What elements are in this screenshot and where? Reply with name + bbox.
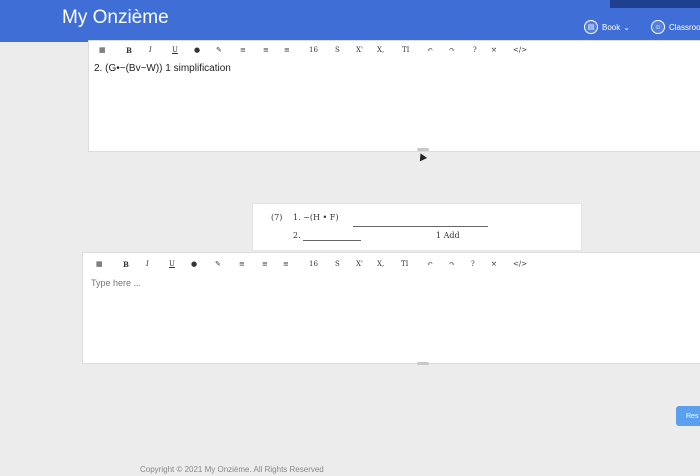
underline-button[interactable]: U: [172, 46, 178, 54]
mouse-cursor-icon: [416, 151, 428, 162]
book-icon: ▤: [584, 20, 598, 34]
superscript-button[interactable]: X': [356, 260, 363, 268]
color-icon[interactable]: ●: [191, 260, 197, 268]
bold-button[interactable]: B: [123, 260, 129, 269]
bullet-list-icon[interactable]: ≡: [239, 260, 245, 268]
clear-format-button[interactable]: TI: [402, 46, 409, 54]
bullet-list-icon[interactable]: ≡: [240, 46, 246, 54]
highlight-icon[interactable]: ✎: [215, 260, 221, 268]
strikethrough-button[interactable]: S: [335, 46, 340, 54]
bold-button[interactable]: B: [126, 46, 132, 55]
italic-button[interactable]: I: [149, 46, 152, 54]
subscript-button[interactable]: X,: [377, 260, 384, 268]
font-size-select[interactable]: 16: [309, 260, 318, 268]
clear-format-button[interactable]: TI: [401, 260, 408, 268]
help-icon[interactable]: ?: [473, 46, 477, 54]
numbered-list-icon[interactable]: ≡: [263, 46, 269, 54]
proof-line-2-reference: 1 Add: [436, 231, 460, 240]
book-label: Book: [602, 22, 621, 32]
bottom-editor-resize-handle[interactable]: [417, 362, 429, 365]
proof-line-2-number: 2.: [293, 231, 301, 240]
reset-button[interactable]: Res: [676, 406, 700, 426]
font-size-select[interactable]: 16: [309, 46, 318, 54]
answer-text-top: 2. (G•~(Bv~W)) 1 simplification: [94, 63, 231, 74]
help-icon[interactable]: ?: [471, 260, 475, 268]
footer-copyright: Copyright © 2021 My Onzième. All Rights …: [140, 465, 324, 474]
navbar-corner: [610, 0, 700, 8]
proof-display: (7) 1. ~(H • F) 2. 1 Add: [252, 203, 582, 251]
top-answer-editor[interactable]: ▦ B I U ● ✎ ≡ ≡ ≡ 16 S X' X, TI ↶ ↷ ? ⤧ …: [88, 40, 700, 152]
superscript-button[interactable]: X': [356, 46, 363, 54]
underline-button[interactable]: U: [169, 260, 175, 268]
proof-line-2-blank: [303, 240, 361, 241]
table-icon[interactable]: ▦: [96, 260, 103, 268]
top-navbar: My Onzième ▤ Book ⌄ ☺ Classroo: [0, 0, 700, 42]
undo-icon[interactable]: ↶: [427, 46, 433, 54]
code-view-icon[interactable]: </>: [513, 46, 527, 54]
book-menu-button[interactable]: ▤ Book ⌄: [584, 17, 630, 37]
fullscreen-icon[interactable]: ⤧: [491, 260, 497, 268]
code-view-icon[interactable]: </>: [513, 260, 527, 268]
fullscreen-icon[interactable]: ⤧: [491, 46, 497, 54]
classroom-button[interactable]: ☺ Classroo: [651, 17, 700, 37]
highlight-icon[interactable]: ✎: [216, 46, 222, 54]
align-icon[interactable]: ≡: [284, 46, 290, 54]
align-icon[interactable]: ≡: [283, 260, 289, 268]
numbered-list-icon[interactable]: ≡: [262, 260, 268, 268]
answer-input-placeholder[interactable]: Type here ...: [91, 278, 141, 288]
app-title[interactable]: My Onzième: [62, 7, 169, 29]
chevron-down-icon: ⌄: [623, 22, 630, 32]
subscript-button[interactable]: X,: [377, 46, 384, 54]
editor-toolbar-bottom: ▦ B I U ● ✎ ≡ ≡ ≡ 16 S X' X, TI ↶ ↷ ? ⤧ …: [83, 257, 700, 271]
editor-toolbar-top: ▦ B I U ● ✎ ≡ ≡ ≡ 16 S X' X, TI ↶ ↷ ? ⤧ …: [89, 43, 700, 57]
undo-icon[interactable]: ↶: [427, 260, 433, 268]
strikethrough-button[interactable]: S: [335, 260, 340, 268]
redo-icon[interactable]: ↷: [449, 260, 455, 268]
table-icon[interactable]: ▦: [99, 46, 106, 54]
bottom-answer-editor[interactable]: ▦ B I U ● ✎ ≡ ≡ ≡ 16 S X' X, TI ↶ ↷ ? ⤧ …: [82, 252, 700, 364]
redo-icon[interactable]: ↷: [449, 46, 455, 54]
proof-label: (7): [271, 213, 283, 222]
proof-line-1: 1. ~(H • F): [293, 213, 339, 222]
italic-button[interactable]: I: [146, 260, 149, 268]
color-icon[interactable]: ●: [194, 46, 200, 54]
classroom-label: Classroo: [669, 22, 700, 32]
top-editor-resize-handle[interactable]: [417, 148, 429, 151]
proof-divider: [353, 226, 488, 227]
classroom-icon: ☺: [651, 20, 665, 34]
